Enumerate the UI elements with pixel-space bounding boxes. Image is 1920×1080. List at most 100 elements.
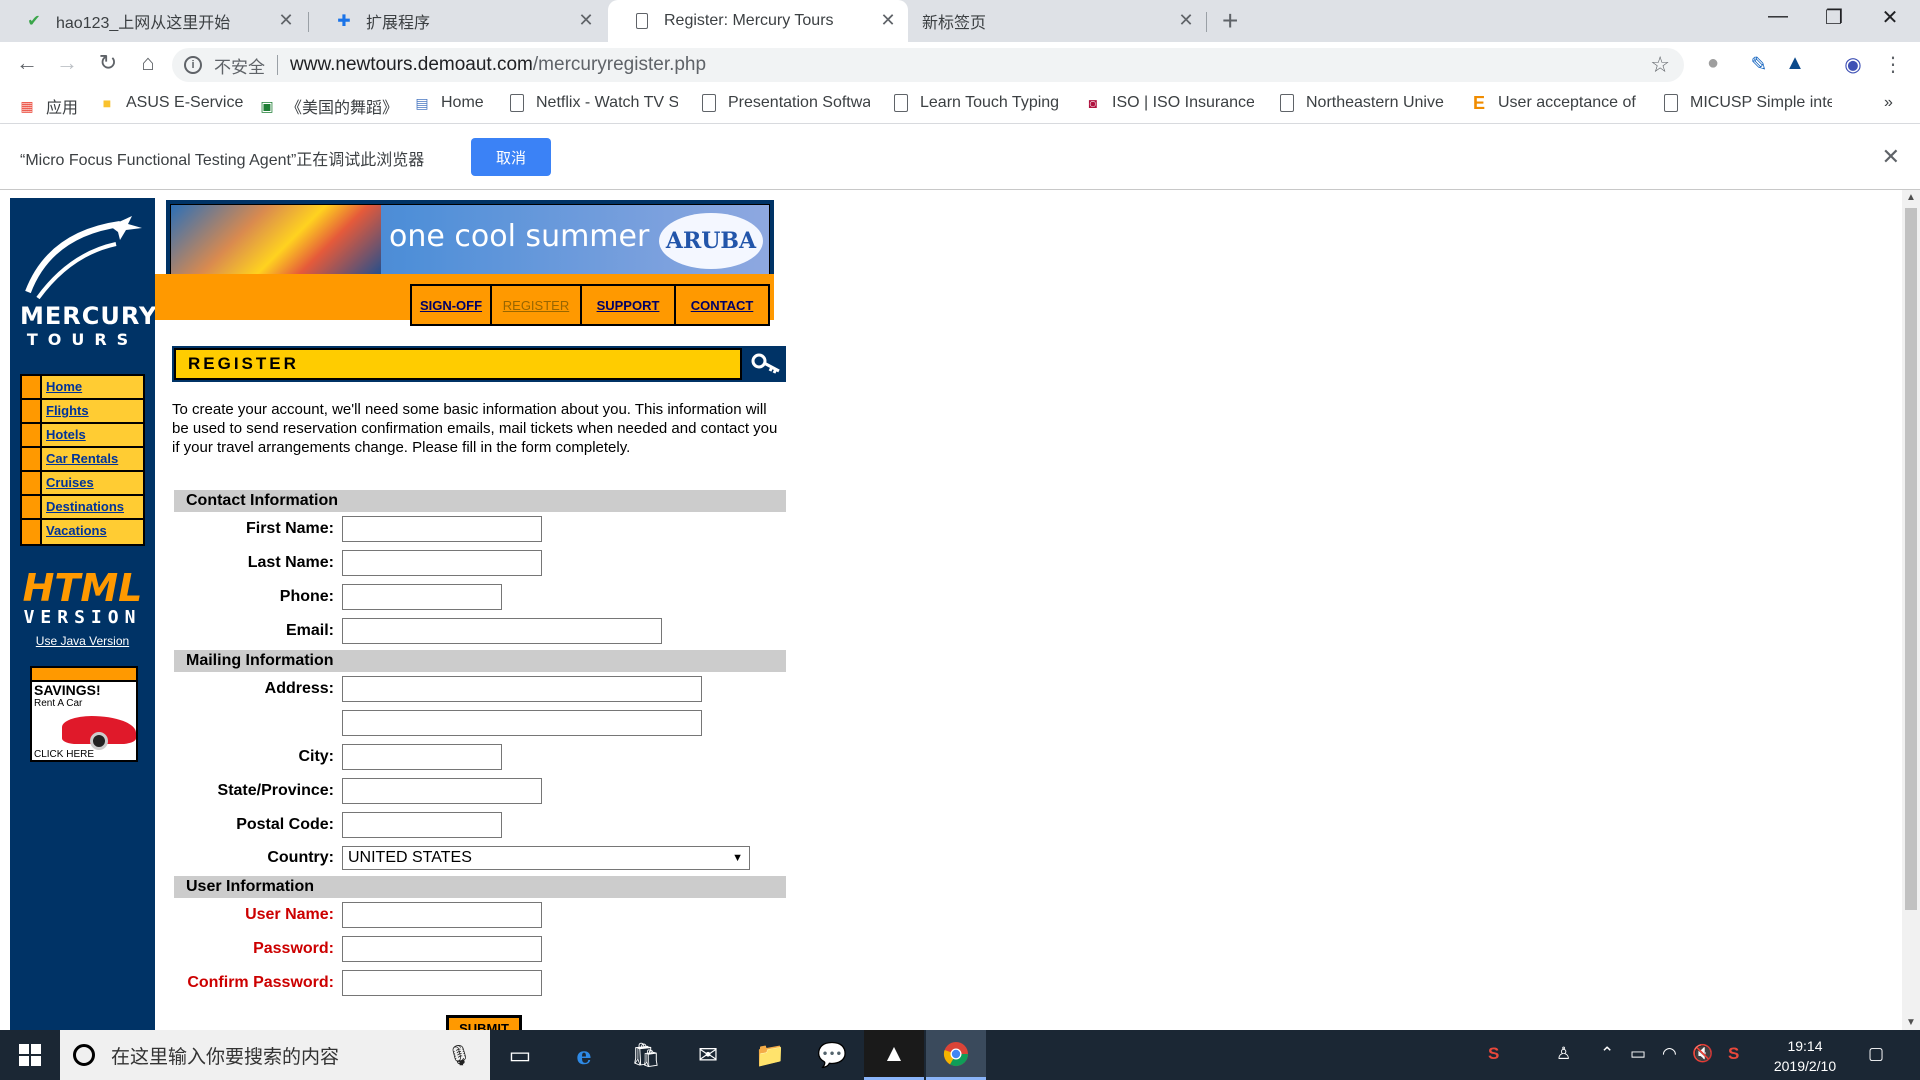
close-tab-icon[interactable]: ✕ bbox=[1176, 10, 1196, 31]
phone-field[interactable] bbox=[342, 584, 502, 610]
nav-link-flights[interactable]: Flights bbox=[42, 400, 89, 422]
nav-link-car-rentals[interactable]: Car Rentals bbox=[42, 448, 118, 470]
address-line2-field[interactable] bbox=[342, 710, 702, 736]
close-tab-icon[interactable]: ✕ bbox=[276, 10, 296, 31]
nav-link-vacations[interactable]: Vacations bbox=[42, 520, 107, 544]
confirm-password-field[interactable] bbox=[342, 970, 542, 996]
scroll-up-icon[interactable]: ▲ bbox=[1906, 192, 1916, 203]
email-field[interactable] bbox=[342, 618, 662, 644]
nav-item-destinations: Destinations bbox=[22, 496, 143, 520]
info-icon[interactable]: i bbox=[184, 56, 202, 74]
username-field[interactable] bbox=[342, 902, 542, 928]
new-tab-icon[interactable]: + bbox=[1222, 5, 1238, 37]
sogou-ime-icon[interactable]: S bbox=[1488, 1044, 1499, 1064]
nav-link-destinations[interactable]: Destinations bbox=[42, 496, 124, 518]
windows-start-icon[interactable] bbox=[0, 1030, 60, 1080]
extension-drive-icon[interactable]: ▲ bbox=[1782, 52, 1808, 78]
volume-muted-icon[interactable]: 🔇 bbox=[1692, 1044, 1713, 1064]
rent-a-car-ad[interactable]: SAVINGS! Rent A Car CLICK HERE bbox=[30, 666, 138, 762]
people-icon[interactable]: ♙ bbox=[1556, 1044, 1571, 1064]
sign-off-link[interactable]: SIGN-OFF bbox=[420, 298, 482, 313]
nav-link-home[interactable]: Home bbox=[42, 376, 82, 398]
phone-row: Phone: bbox=[174, 584, 502, 610]
sogou-tray-icon[interactable]: S bbox=[1728, 1044, 1739, 1064]
bookmark-asus[interactable]: ■ ASUS E-Service bbox=[98, 94, 244, 112]
micro-focus-app-icon[interactable]: ▲ bbox=[864, 1030, 924, 1080]
minimize-icon[interactable]: — bbox=[1758, 5, 1798, 28]
cancel-debug-button[interactable]: 取消 bbox=[471, 138, 551, 176]
bookmarks-bar: ▦ 应用 ■ ASUS E-Service ▣ 《美国的舞蹈》 ▤ Home Netfl… bbox=[0, 88, 1920, 124]
tab-register[interactable]: Register: Mercury Tours ✕ bbox=[608, 0, 908, 42]
reload-icon[interactable]: ↻ bbox=[93, 50, 123, 76]
back-icon[interactable]: ← bbox=[12, 50, 42, 76]
close-tab-icon[interactable]: ✕ bbox=[878, 10, 898, 31]
mail-icon[interactable]: ✉ bbox=[678, 1030, 738, 1080]
tab-hao123[interactable]: ✔ hao123_上网从这里开始 ✕ bbox=[0, 0, 306, 42]
confirm-password-row: Confirm Password: bbox=[174, 970, 542, 996]
use-java-version-link[interactable]: Use Java Version bbox=[20, 634, 145, 648]
action-center-icon[interactable]: ▢ bbox=[1868, 1044, 1884, 1064]
nav-link-hotels[interactable]: Hotels bbox=[42, 424, 86, 446]
more-bookmarks-icon[interactable]: » bbox=[1884, 94, 1893, 112]
chrome-icon[interactable] bbox=[926, 1030, 986, 1080]
bookmark-micusp[interactable]: MICUSP Simple inte bbox=[1662, 94, 1832, 112]
bookmark-apps[interactable]: ▦ 应用 bbox=[18, 94, 78, 118]
first-name-field[interactable] bbox=[342, 516, 542, 542]
register-link[interactable]: REGISTER bbox=[503, 298, 569, 313]
bookmark-typing[interactable]: Learn Touch Typing bbox=[892, 94, 1062, 112]
file-explorer-icon[interactable]: 📁 bbox=[740, 1030, 800, 1080]
extension-pen-icon[interactable]: ✎ bbox=[1746, 52, 1772, 78]
tab-new[interactable]: 新标签页 ✕ bbox=[910, 0, 1206, 42]
taskbar-search-box[interactable]: 在这里输入你要搜索的内容 🎙 bbox=[60, 1030, 490, 1080]
address-line1-field[interactable] bbox=[342, 676, 702, 702]
bookmark-star-icon[interactable]: ☆ bbox=[1650, 52, 1670, 78]
edge-browser-icon[interactable]: e bbox=[554, 1030, 614, 1080]
bookmark-netflix[interactable]: Netflix - Watch TV S bbox=[508, 94, 678, 112]
close-tab-icon[interactable]: ✕ bbox=[576, 10, 596, 31]
city-field[interactable] bbox=[342, 744, 502, 770]
extension-globe-icon[interactable]: ● bbox=[1700, 52, 1726, 78]
scroll-thumb[interactable] bbox=[1905, 208, 1917, 910]
country-select[interactable]: UNITED STATES ▼ bbox=[342, 846, 750, 870]
task-view-icon[interactable]: ▭ bbox=[490, 1030, 550, 1080]
password-field[interactable] bbox=[342, 936, 542, 962]
system-clock[interactable]: 19:14 2019/2/10 bbox=[1750, 1036, 1860, 1076]
bookmark-presentation[interactable]: Presentation Softwa bbox=[700, 94, 870, 112]
restore-icon[interactable]: ❐ bbox=[1814, 5, 1854, 30]
home-icon[interactable]: ⌂ bbox=[133, 50, 163, 76]
support-link[interactable]: SUPPORT bbox=[597, 298, 660, 313]
mercury-tours-logo[interactable]: MERCURY TOURS bbox=[20, 214, 156, 349]
show-hidden-icons-icon[interactable]: ⌃ bbox=[1600, 1044, 1614, 1064]
wifi-icon[interactable]: ◠ bbox=[1662, 1044, 1677, 1064]
profile-avatar-icon[interactable]: ◉ bbox=[1840, 52, 1866, 78]
menu-kebab-icon[interactable]: ⋮ bbox=[1880, 52, 1906, 78]
last-name-row: Last Name: bbox=[174, 550, 542, 576]
close-window-icon[interactable]: ✕ bbox=[1870, 5, 1910, 30]
bookmark-northeastern[interactable]: Northeastern Unive bbox=[1278, 94, 1448, 112]
bookmark-dance[interactable]: ▣ 《美国的舞蹈》 bbox=[258, 94, 398, 118]
microphone-icon[interactable]: 🎙 bbox=[447, 1043, 472, 1068]
close-infobar-icon[interactable]: ✕ bbox=[1882, 144, 1900, 170]
page-scrollbar[interactable]: ▲ ▼ bbox=[1902, 190, 1920, 1030]
wechat-icon[interactable]: 💬 bbox=[802, 1030, 862, 1080]
scroll-down-icon[interactable]: ▼ bbox=[1906, 1017, 1916, 1028]
nav-link-cruises[interactable]: Cruises bbox=[42, 472, 94, 494]
postal-code-field[interactable] bbox=[342, 812, 502, 838]
security-label: 不安全 bbox=[214, 57, 265, 77]
phone-label: Phone: bbox=[279, 588, 334, 605]
contact-link[interactable]: CONTACT bbox=[691, 298, 754, 313]
bookmark-home[interactable]: ▤ Home bbox=[413, 94, 483, 112]
dropdown-arrow-icon: ▼ bbox=[732, 852, 743, 864]
battery-icon[interactable]: ▭ bbox=[1630, 1044, 1646, 1064]
state-field[interactable] bbox=[342, 778, 542, 804]
cortana-icon[interactable] bbox=[73, 1044, 95, 1066]
address-bar[interactable]: i 不安全 www.newtours.demoaut.com/mercuryre… bbox=[172, 48, 1684, 82]
last-name-field[interactable] bbox=[342, 550, 542, 576]
bookmark-iso[interactable]: ◙ ISO | ISO Insurance bbox=[1084, 94, 1254, 112]
mailing-info-header: Mailing Information bbox=[174, 650, 786, 672]
submit-button[interactable]: SUBMIT bbox=[446, 1015, 522, 1030]
store-icon[interactable]: 🛍 bbox=[616, 1030, 676, 1080]
forward-icon[interactable]: → bbox=[52, 50, 82, 76]
bookmark-uat[interactable]: E User acceptance of bbox=[1470, 94, 1640, 112]
tab-extensions[interactable]: ✚ 扩展程序 ✕ bbox=[310, 0, 606, 42]
